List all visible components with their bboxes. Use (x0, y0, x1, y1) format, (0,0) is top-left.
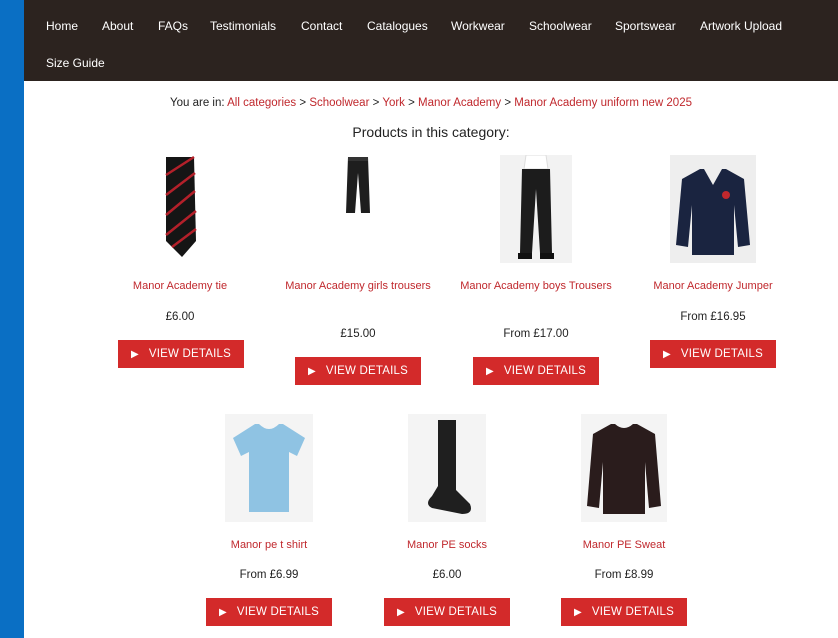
nav-contact[interactable]: Contact (301, 19, 342, 33)
nav-schoolwear[interactable]: Schoolwear (529, 19, 592, 33)
product-card (189, 414, 349, 522)
button-label: VIEW DETAILS (325, 365, 408, 377)
play-arrow-icon: ▶ (131, 348, 139, 360)
t-shirt-image[interactable] (225, 414, 313, 522)
product-name[interactable]: Manor Academy Jumper (633, 278, 793, 295)
button-label: VIEW DETAILS (148, 348, 231, 360)
product-card (544, 414, 704, 522)
button-label: VIEW DETAILS (503, 365, 586, 377)
button-label: VIEW DETAILS (236, 606, 319, 618)
product-card (456, 155, 616, 263)
breadcrumb-current-category[interactable]: Manor Academy uniform new 2025 (514, 97, 692, 109)
sock-image[interactable] (408, 414, 486, 522)
view-details-button[interactable]: ▶ VIEW DETAILS (384, 598, 510, 626)
product-name[interactable]: Manor Academy girls trousers (278, 278, 438, 295)
button-label: VIEW DETAILS (680, 348, 763, 360)
breadcrumb-separator: > (372, 97, 380, 109)
product-name[interactable]: Manor PE Sweat (544, 537, 704, 554)
button-label: VIEW DETAILS (414, 606, 497, 618)
section-title: Products in this category: (352, 124, 510, 140)
product-price: From £17.00 (503, 328, 569, 340)
nav-faqs[interactable]: FAQs (158, 19, 188, 33)
product-price: £6.00 (165, 311, 195, 323)
view-details-button[interactable]: ▶ VIEW DETAILS (561, 598, 687, 626)
boys-trousers-image[interactable] (500, 155, 572, 263)
product-price: £6.00 (432, 569, 462, 581)
girls-trousers-image[interactable] (338, 155, 378, 215)
product-name[interactable]: Manor Academy boys Trousers (456, 278, 616, 295)
sweatshirt-image[interactable] (581, 414, 667, 522)
play-arrow-icon: ▶ (663, 348, 671, 360)
breadcrumb-york[interactable]: York (382, 97, 405, 109)
breadcrumb-separator: > (504, 97, 512, 109)
breadcrumb-prefix: You are in: (170, 97, 225, 109)
play-arrow-icon: ▶ (308, 365, 316, 377)
breadcrumb-separator: > (299, 97, 307, 109)
product-price: From £6.99 (239, 569, 299, 581)
product-name[interactable]: Manor Academy tie (100, 278, 260, 295)
nav-testimonials[interactable]: Testimonials (210, 19, 276, 33)
play-arrow-icon: ▶ (219, 606, 227, 618)
product-name[interactable]: Manor PE socks (367, 537, 527, 554)
product-price: From £16.95 (680, 311, 746, 323)
nav-workwear[interactable]: Workwear (451, 19, 505, 33)
breadcrumb-all-categories[interactable]: All categories (227, 97, 296, 109)
product-price: £15.00 (340, 328, 376, 340)
breadcrumb-manor-academy[interactable]: Manor Academy (418, 97, 501, 109)
view-details-button[interactable]: ▶ VIEW DETAILS (473, 357, 599, 385)
nav-about[interactable]: About (102, 19, 133, 33)
breadcrumb-separator: > (408, 97, 415, 109)
product-name[interactable]: Manor pe t shirt (189, 537, 349, 554)
product-card (278, 155, 438, 215)
view-details-button[interactable]: ▶ VIEW DETAILS (295, 357, 421, 385)
jumper-image[interactable] (670, 155, 756, 263)
main-nav: Home About FAQs Testimonials Contact Cat… (24, 0, 838, 81)
button-label: VIEW DETAILS (591, 606, 674, 618)
view-details-button[interactable]: ▶ VIEW DETAILS (206, 598, 332, 626)
nav-home[interactable]: Home (46, 19, 78, 33)
nav-artwork-upload[interactable]: Artwork Upload (700, 19, 782, 33)
product-card (633, 155, 793, 263)
view-details-button[interactable]: ▶ VIEW DETAILS (118, 340, 244, 368)
breadcrumb-schoolwear[interactable]: Schoolwear (309, 97, 369, 109)
nav-sportswear[interactable]: Sportswear (615, 19, 676, 33)
breadcrumb: You are in: All categories > Schoolwear … (24, 97, 838, 109)
play-arrow-icon: ▶ (397, 606, 405, 618)
play-arrow-icon: ▶ (574, 606, 582, 618)
view-details-button[interactable]: ▶ VIEW DETAILS (650, 340, 776, 368)
tie-image[interactable] (152, 155, 208, 259)
product-card (367, 414, 527, 522)
nav-size-guide[interactable]: Size Guide (46, 56, 105, 70)
product-price: From £8.99 (594, 569, 654, 581)
play-arrow-icon: ▶ (486, 365, 494, 377)
nav-catalogues[interactable]: Catalogues (367, 19, 428, 33)
page: Home About FAQs Testimonials Contact Cat… (24, 0, 838, 638)
product-card (100, 155, 260, 259)
